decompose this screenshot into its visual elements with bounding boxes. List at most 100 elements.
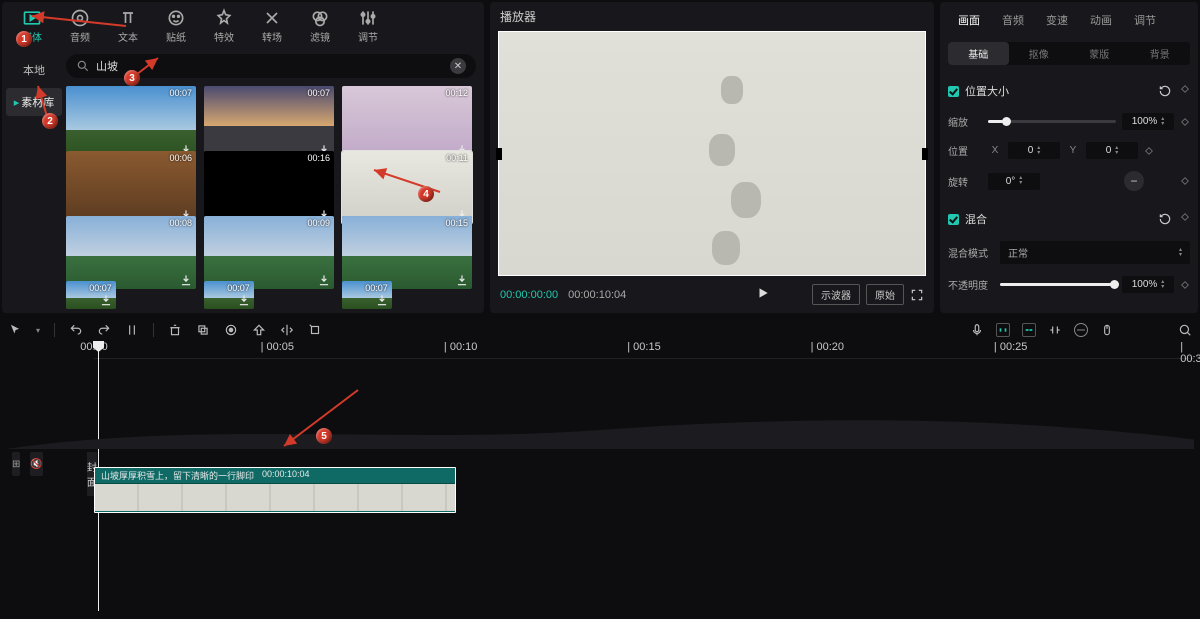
pointer-tool-icon[interactable] [8, 323, 22, 337]
reset-icon[interactable] [1158, 212, 1172, 226]
blend-checkbox[interactable] [948, 214, 959, 225]
download-icon[interactable] [317, 273, 331, 287]
side-local[interactable]: 本地 [6, 56, 62, 84]
blend-mode-select[interactable]: 正常▴▾ [1000, 241, 1190, 264]
tab-transition[interactable]: 转场 [250, 6, 294, 46]
blend-mode-label: 混合模式 [948, 245, 994, 260]
tab-effect[interactable]: 特效 [202, 6, 246, 46]
media-thumb[interactable]: 00:07 [66, 281, 116, 309]
media-thumb[interactable]: 00:11 [342, 151, 472, 224]
sub-tab-mask[interactable]: 蒙版 [1069, 42, 1130, 65]
ruler-tick: | 00:05 [261, 341, 294, 353]
preview-cut-icon[interactable] [1048, 323, 1062, 337]
link-on-icon[interactable] [1022, 323, 1036, 337]
annotation-bubble-1: 1 [16, 31, 32, 47]
time-current: 00:00:00:00 [500, 289, 558, 301]
insp-tab-audio[interactable]: 音频 [992, 6, 1034, 34]
original-button[interactable]: 原始 [866, 284, 904, 305]
section-pos-size: 位置大小 [965, 83, 1009, 99]
split-icon[interactable] [125, 323, 139, 337]
opacity-value[interactable]: 100%▴▾ [1122, 276, 1174, 293]
keyframe-icon[interactable] [1180, 212, 1190, 222]
sticker-icon [166, 8, 186, 28]
thumb-duration: 00:08 [169, 218, 192, 228]
download-icon[interactable] [237, 293, 251, 307]
track-mute-icon[interactable]: 🔇 [30, 452, 42, 476]
media-thumb[interactable]: 00:07 [204, 281, 254, 309]
insp-tab-speed[interactable]: 变速 [1036, 6, 1078, 34]
crop-icon[interactable] [196, 323, 210, 337]
insp-tab-color[interactable]: 调节 [1124, 6, 1166, 34]
mouse-icon[interactable] [1100, 323, 1114, 337]
search-clear[interactable]: ✕ [450, 58, 466, 74]
scale-slider[interactable] [988, 120, 1116, 123]
pos-x[interactable]: 0▴▾ [1008, 142, 1060, 159]
media-thumb[interactable]: 00:15 [342, 216, 472, 289]
redo-icon[interactable] [97, 323, 111, 337]
sub-tab-cutout[interactable]: 抠像 [1009, 42, 1070, 65]
media-thumb[interactable]: 00:07 [342, 281, 392, 309]
side-library[interactable]: ▸素材库 [6, 88, 62, 116]
scope-button[interactable]: 示波器 [812, 284, 860, 305]
tab-adjust[interactable]: 调节 [346, 6, 390, 46]
preview-canvas[interactable] [498, 31, 926, 276]
download-icon[interactable] [99, 293, 113, 307]
media-thumb[interactable]: 00:07 [66, 86, 196, 159]
mic-icon[interactable] [970, 323, 984, 337]
opacity-slider[interactable] [1000, 283, 1116, 286]
media-panel: 媒体 音频 文本 贴纸 特效 转场 [2, 2, 484, 313]
media-thumb[interactable]: 00:16 [204, 151, 334, 224]
y-label: Y [1066, 145, 1080, 156]
tab-filter[interactable]: 滤镜 [298, 6, 342, 46]
x-label: X [988, 145, 1002, 156]
media-grid: 00:0700:0700:1200:0600:1600:1100:0800:09… [66, 86, 476, 309]
download-icon[interactable] [375, 293, 389, 307]
timeline-ruler[interactable]: 00:00| 00:05| 00:10| 00:15| 00:20| 00:25… [94, 341, 1194, 359]
insp-tab-anim[interactable]: 动画 [1080, 6, 1122, 34]
sub-tab-bg[interactable]: 背景 [1130, 42, 1191, 65]
undo-icon[interactable] [69, 323, 83, 337]
ruler-tick: | 00:15 [627, 341, 660, 353]
keyframe-icon[interactable] [1144, 146, 1154, 156]
mirror-icon[interactable] [280, 323, 294, 337]
tab-text[interactable]: 文本 [106, 6, 150, 46]
keyframe-icon[interactable] [1180, 280, 1190, 290]
thumb-duration: 00:11 [446, 153, 468, 163]
zoom-fit-icon[interactable] [1178, 323, 1192, 337]
timeline-clip[interactable]: 山坡厚厚积雪上，留下清晰的一行脚印00:00:10:04 [94, 467, 456, 513]
play-button[interactable] [756, 286, 770, 303]
download-icon[interactable] [455, 273, 469, 287]
keyframe-icon[interactable] [1180, 117, 1190, 127]
pos-y[interactable]: 0▴▾ [1086, 142, 1138, 159]
rot-value[interactable]: 0°▴▾ [988, 173, 1040, 190]
zoom-out-icon[interactable] [1074, 323, 1088, 337]
search-input[interactable] [96, 60, 450, 72]
fullscreen-icon[interactable] [910, 288, 924, 302]
scale-value[interactable]: 100%▴▾ [1122, 113, 1174, 130]
keyframe-icon[interactable] [1180, 176, 1190, 186]
rot-dial[interactable]: − [1124, 171, 1144, 191]
pos-size-checkbox[interactable] [948, 86, 959, 97]
transition-icon [262, 8, 282, 28]
sub-tab-basic[interactable]: 基础 [948, 42, 1009, 65]
download-icon[interactable] [179, 273, 193, 287]
reset-icon[interactable] [1158, 84, 1172, 98]
media-thumb[interactable]: 00:06 [66, 151, 196, 224]
delete-icon[interactable] [168, 323, 182, 337]
thumb-duration: 00:12 [445, 88, 468, 98]
keyframe-icon[interactable] [1180, 84, 1190, 94]
track-lock-icon[interactable]: ⊞ [12, 452, 20, 476]
magnet-on-icon[interactable] [996, 323, 1010, 337]
timeline-panel: ▾ 00:00| 00:05| 00:10| 00:15| 00:20| 00:… [0, 315, 1200, 615]
insp-tab-picture[interactable]: 画面 [948, 6, 990, 34]
tab-audio[interactable]: 音频 [58, 6, 102, 46]
record-icon[interactable] [224, 323, 238, 337]
tab-sticker[interactable]: 贴纸 [154, 6, 198, 46]
effect-icon [214, 8, 234, 28]
media-thumb[interactable]: 00:07 [204, 86, 334, 159]
media-thumb[interactable]: 00:12 [342, 86, 472, 159]
media-thumb[interactable]: 00:09 [204, 216, 334, 289]
reverse-icon[interactable] [252, 323, 266, 337]
media-thumb[interactable]: 00:08 [66, 216, 196, 289]
rotate-icon[interactable] [308, 323, 322, 337]
